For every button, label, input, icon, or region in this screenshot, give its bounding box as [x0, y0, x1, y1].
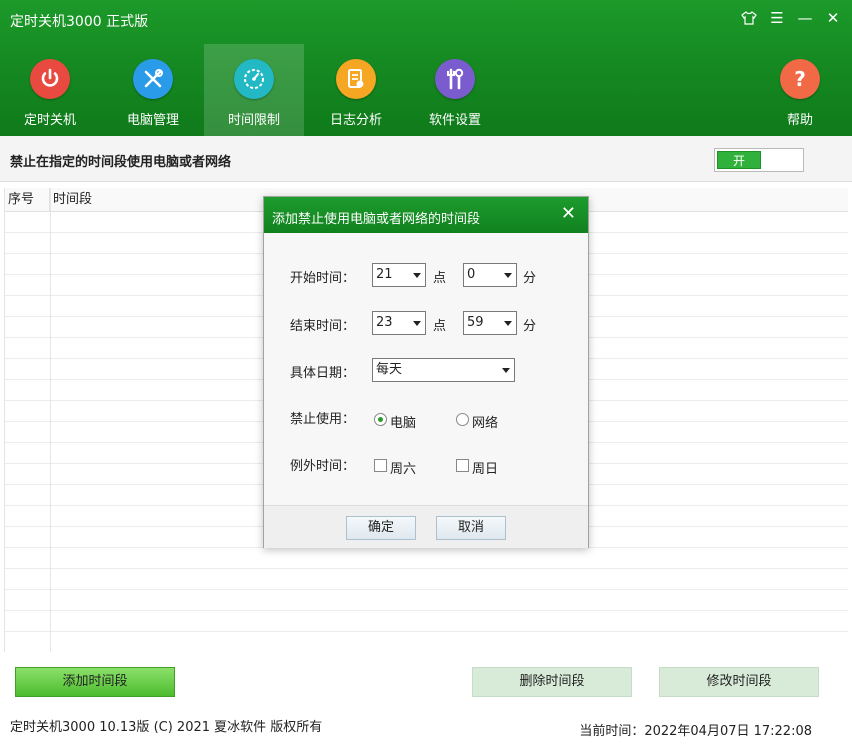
close-icon[interactable]: ✕ [824, 8, 842, 28]
start-hour-select[interactable]: 21 [372, 263, 426, 287]
dialog-body: 开始时间： 21 点 0 分 结束时间： 23 点 59 分 具体日期： 每天 … [264, 233, 588, 505]
except-saturday-text[interactable]: 周六 [390, 458, 416, 477]
nav-item-log-analysis[interactable]: 日志分析 [306, 44, 406, 136]
nav-label: 软件设置 [428, 113, 481, 128]
nav-item-shutdown[interactable]: 定时关机 [0, 44, 100, 136]
section-header: 禁止在指定的时间段使用电脑或者网络 开 [0, 136, 852, 182]
forbid-label: 禁止使用： [290, 412, 356, 427]
chevron-down-icon [504, 273, 512, 278]
chevron-down-icon [413, 321, 421, 326]
current-time: 当前时间：2022年04月07日 17:22:08 [579, 724, 812, 739]
end-minute-select[interactable]: 59 [463, 311, 517, 335]
nav-label: 帮助 [786, 113, 813, 128]
end-time-label: 结束时间： [290, 319, 356, 334]
except-label: 例外时间： [290, 459, 356, 474]
dialog-close-icon[interactable]: ✕ [561, 203, 576, 224]
start-minute-select[interactable]: 0 [463, 263, 517, 287]
forbid-network-text[interactable]: 网络 [472, 412, 498, 431]
forbid-network-radio[interactable] [456, 413, 469, 426]
main-nav: 定时关机 电脑管理 时间限制 日志分析 软件设置 ? 帮助 [0, 44, 852, 136]
hour-unit: 点 [433, 319, 447, 334]
end-hour-select[interactable]: 23 [372, 311, 426, 335]
except-sunday-checkbox[interactable] [456, 459, 469, 472]
dialog-titlebar: 添加禁止使用电脑或者网络的时间段 ✕ [264, 197, 588, 233]
start-hour-value: 21 [376, 267, 393, 282]
wrench-icon [435, 59, 475, 99]
chevron-down-icon [502, 368, 510, 373]
end-minute-value: 59 [467, 315, 484, 330]
column-divider [50, 188, 51, 652]
svg-text:?: ? [794, 67, 806, 91]
column-header-index[interactable]: 序号 [5, 188, 50, 211]
nav-label: 日志分析 [329, 113, 382, 128]
chevron-down-icon [413, 273, 421, 278]
table-row[interactable] [5, 569, 848, 590]
forbid-computer-text[interactable]: 电脑 [390, 412, 416, 431]
minute-unit: 分 [523, 271, 537, 286]
nav-label: 定时关机 [23, 113, 76, 128]
start-time-label: 开始时间： [290, 271, 356, 286]
nav-item-computer-management[interactable]: 电脑管理 [103, 44, 203, 136]
date-select[interactable]: 每天 [372, 358, 515, 382]
date-label: 具体日期： [290, 366, 356, 381]
timer-icon [234, 59, 274, 99]
table-row[interactable] [5, 611, 848, 632]
modify-period-button[interactable]: 修改时间段 [659, 667, 819, 697]
nav-item-settings[interactable]: 软件设置 [405, 44, 505, 136]
log-icon [336, 59, 376, 99]
toggle-on-label: 开 [717, 151, 761, 169]
column-header-period[interactable]: 时间段 [50, 188, 92, 211]
ok-button[interactable]: 确定 [346, 516, 416, 540]
menu-icon[interactable]: ☰ [768, 8, 786, 28]
enable-toggle[interactable]: 开 [714, 148, 804, 172]
add-period-button[interactable]: 添加时间段 [15, 667, 175, 697]
minimize-icon[interactable]: — [796, 8, 814, 28]
nav-label: 电脑管理 [126, 113, 179, 128]
cancel-button[interactable]: 取消 [436, 516, 506, 540]
except-sunday-text[interactable]: 周日 [472, 458, 498, 477]
nav-item-time-limit[interactable]: 时间限制 [204, 44, 304, 136]
section-title: 禁止在指定的时间段使用电脑或者网络 [10, 155, 232, 170]
window-controls: ☰ — ✕ [740, 8, 842, 28]
forbid-computer-radio[interactable] [374, 413, 387, 426]
nav-label: 时间限制 [227, 113, 280, 128]
nav-item-help[interactable]: ? 帮助 [750, 44, 850, 136]
add-period-dialog: 添加禁止使用电脑或者网络的时间段 ✕ 开始时间： 21 点 0 分 结束时间： … [263, 196, 589, 548]
tools-icon [133, 59, 173, 99]
dialog-footer: 确定 取消 [264, 505, 588, 548]
help-icon: ? [780, 59, 820, 99]
copyright-text: 定时关机3000 10.13版 (C) 2021 夏冰软件 版权所有 [10, 720, 323, 735]
power-icon [30, 59, 70, 99]
dialog-title: 添加禁止使用电脑或者网络的时间段 [272, 212, 481, 227]
hour-unit: 点 [433, 271, 447, 286]
delete-period-button[interactable]: 删除时间段 [472, 667, 632, 697]
skin-icon[interactable] [740, 8, 758, 28]
date-value: 每天 [376, 362, 403, 377]
start-minute-value: 0 [467, 267, 476, 282]
window-title: 定时关机3000 正式版 [10, 14, 149, 30]
end-hour-value: 23 [376, 315, 393, 330]
chevron-down-icon [504, 321, 512, 326]
minute-unit: 分 [523, 319, 537, 334]
table-row[interactable] [5, 632, 848, 652]
app-header: 定时关机3000 正式版 ☰ — ✕ 定时关机 电脑管理 时间限制 日志分析 软… [0, 0, 852, 136]
except-saturday-checkbox[interactable] [374, 459, 387, 472]
table-row[interactable] [5, 548, 848, 569]
table-row[interactable] [5, 590, 848, 611]
